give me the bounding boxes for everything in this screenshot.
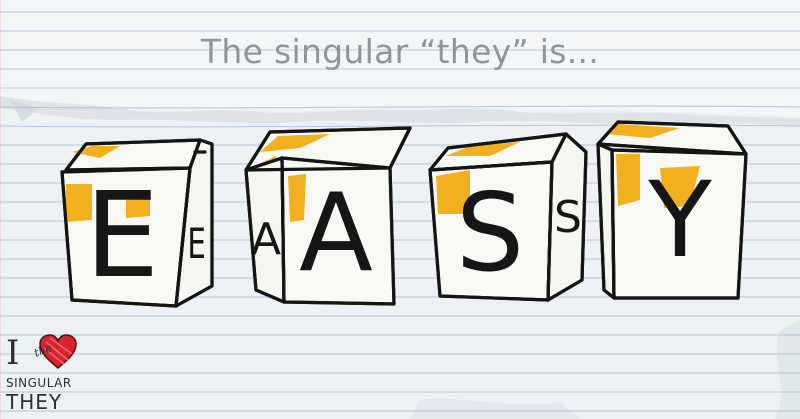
block-a-front-letter: A (299, 171, 373, 296)
block-s-side-letter: S (554, 192, 582, 243)
block-e-front-letter: E (85, 166, 160, 304)
logo-i: I (6, 333, 20, 373)
block-a-side-letter: A (251, 214, 281, 265)
logo-singular: SINGULAR (6, 376, 72, 390)
block-e-side-letter: E (187, 219, 206, 269)
block-y-front-letter: Y (647, 159, 712, 281)
image-canvas: The singular “they” is... E E A A S S Y … (0, 0, 800, 419)
i-heart-the-singular-they-logo: I the SINGULAR THEY (4, 330, 84, 416)
logo-they: THEY (6, 390, 63, 414)
block-s-front-letter: S (456, 171, 525, 296)
letter-blocks: E E A A S S Y (60, 120, 748, 308)
